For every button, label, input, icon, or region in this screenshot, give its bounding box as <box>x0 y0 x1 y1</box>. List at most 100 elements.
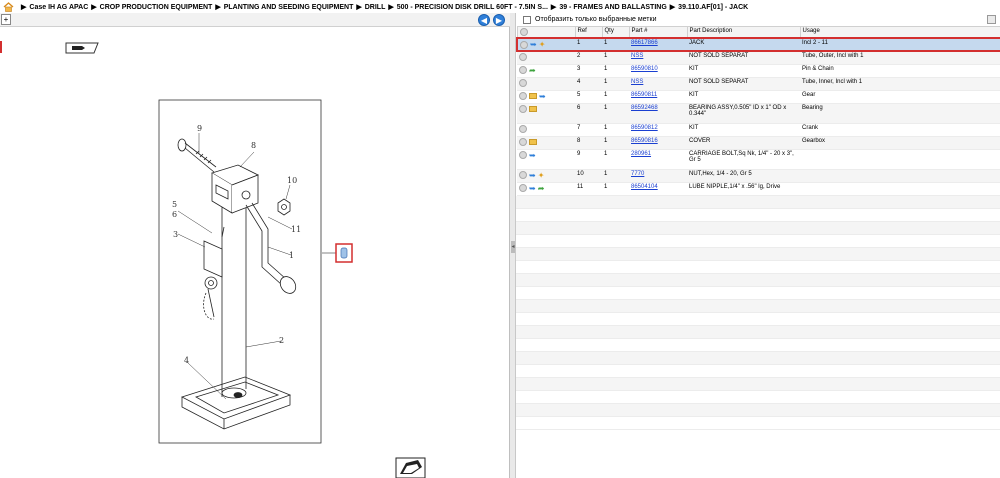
next-page-icon[interactable] <box>395 457 426 478</box>
breadcrumb-separator: ▶ <box>215 3 221 11</box>
table-row[interactable]: 2 1 NSS NOT SOLD SEPARAT Tube, Outer, Incl w… <box>517 51 1000 65</box>
green-arrow-icon[interactable]: ➦ <box>529 66 536 75</box>
folder-icon[interactable] <box>529 105 537 112</box>
row-icons <box>517 103 575 124</box>
row-desc: NOT SOLD SEPARAT <box>687 51 800 65</box>
part-number-link[interactable]: 86504104 <box>631 184 658 190</box>
row-icons: ➥ <box>517 90 575 104</box>
select-icon[interactable] <box>519 124 527 133</box>
expand-button[interactable]: + <box>1 14 11 25</box>
breadcrumb-separator: ▶ <box>669 3 676 11</box>
col-part[interactable]: Part # <box>628 26 688 39</box>
table-row[interactable]: ➥ ✦ 1 1 86617866 JACK Incl 2 - 11 <box>516 37 1000 52</box>
callout-11[interactable]: 11 <box>291 225 301 234</box>
part-number-link[interactable]: NSS <box>631 79 643 85</box>
callout-10[interactable]: 10 <box>287 176 297 185</box>
row-ref: 6 <box>575 103 602 124</box>
breadcrumb-item[interactable]: CROP PRODUCTION EQUIPMENT <box>100 4 213 11</box>
home-icon[interactable] <box>3 1 14 12</box>
part-number-link[interactable]: 86617866 <box>631 40 658 46</box>
part-number-link[interactable]: 86590811 <box>631 92 657 98</box>
table-row[interactable]: ➦ 3 1 86590810 KIT Pin & Chain <box>517 64 1000 78</box>
callout-9[interactable]: 9 <box>197 124 202 133</box>
part-number-link[interactable]: NSS <box>631 53 643 59</box>
folder-icon[interactable] <box>529 138 537 145</box>
callout-5[interactable]: 5 <box>172 200 177 209</box>
back-button[interactable]: ◀ <box>478 14 490 26</box>
part-number-link[interactable]: 280961 <box>631 151 651 157</box>
select-icon[interactable] <box>519 171 527 179</box>
show-selected-label: Отобразить только выбранные метки <box>535 16 657 23</box>
col-select[interactable] <box>516 26 576 39</box>
row-qty: 1 <box>602 37 629 52</box>
return-arrow-icon[interactable]: ➥ <box>529 184 536 193</box>
select-icon[interactable] <box>519 104 527 113</box>
empty-row <box>516 209 1000 222</box>
table-row[interactable]: ➥ 5 1 86590811 KIT Gear <box>517 90 1000 104</box>
table-row[interactable]: ➥ ➦ 11 1 86504104 LUBE NIPPLE,1/4" x .56" lg,… <box>517 182 1000 196</box>
callout-1[interactable]: 1 <box>289 251 294 260</box>
select-icon[interactable] <box>519 151 527 159</box>
breadcrumb-item[interactable]: Case IH AG APAC <box>29 4 88 11</box>
part-number-link[interactable]: 86590812 <box>631 125 658 131</box>
table-row[interactable]: 6 1 86592468 BEARING ASSY,0.505" ID x 1" OD… <box>517 103 1000 124</box>
breadcrumb-item[interactable]: 500 - PRECISION DISK DRILL 60FT - 7.5IN … <box>397 4 548 11</box>
select-all-icon[interactable] <box>519 28 528 36</box>
col-ref[interactable]: Ref <box>574 26 603 39</box>
return-arrow-icon[interactable]: ➥ <box>530 40 537 49</box>
callout-6[interactable]: 6 <box>172 210 177 219</box>
tag-icon[interactable] <box>65 42 99 54</box>
col-desc[interactable]: Part Description <box>686 26 801 39</box>
row-desc: NUT,Hex, 1/4 - 20, Gr 5 <box>687 169 800 183</box>
table-row[interactable]: 7 1 86590812 KIT Crank <box>517 123 1000 137</box>
col-usage[interactable]: Usage <box>799 26 1000 39</box>
part-number-link[interactable]: 86590810 <box>631 66 658 72</box>
return-arrow-icon[interactable]: ➥ <box>529 171 536 180</box>
table-row[interactable]: ➥ 9 1 280961 CARRIAGE BOLT,Sq Nk, 1/4" - 20 … <box>517 149 1000 170</box>
callout-8[interactable]: 8 <box>251 141 256 150</box>
forward-button[interactable]: ▶ <box>493 14 505 26</box>
callout-3[interactable]: 3 <box>173 230 178 239</box>
folder-icon[interactable] <box>529 93 537 99</box>
row-usage: Tube, Outer, Incl with 1 <box>800 51 1000 65</box>
callout-2[interactable]: 2 <box>279 336 284 345</box>
empty-row <box>516 351 1000 365</box>
select-icon[interactable] <box>519 53 527 61</box>
empty-row <box>516 377 1000 391</box>
highlight-marker[interactable] <box>322 243 353 263</box>
diagram-frame <box>158 99 322 444</box>
callout-4[interactable]: 4 <box>184 356 189 365</box>
breadcrumb-separator: ▶ <box>21 3 27 11</box>
table-row[interactable]: ➥ ✦ 10 1 7770 NUT,Hex, 1/4 - 20, Gr 5 <box>517 169 1000 183</box>
select-icon[interactable] <box>519 78 527 87</box>
part-number-link[interactable]: 7770 <box>631 171 644 177</box>
breadcrumb-item[interactable]: 39.110.AF[01] - JACK <box>678 4 748 11</box>
empty-row <box>516 261 1000 274</box>
filter-bar: Отобразить только выбранные метки <box>516 13 1000 26</box>
breadcrumb-item[interactable]: 39 - FRAMES AND BALLASTING <box>559 4 666 11</box>
settings-icon[interactable] <box>987 15 996 24</box>
table-row[interactable]: 8 1 86590816 COVER Gearbox <box>517 136 1000 150</box>
puzzle-icon[interactable]: ✦ <box>538 171 545 180</box>
row-ref: 2 <box>575 51 602 65</box>
return-arrow-icon[interactable]: ➥ <box>539 92 546 101</box>
table-header: Ref Qty Part # Part Description Usage <box>516 26 1000 39</box>
part-number-link[interactable]: 86592468 <box>631 105 658 111</box>
row-qty: 1 <box>602 123 629 137</box>
select-icon[interactable] <box>519 184 527 192</box>
green-arrow-icon[interactable]: ➦ <box>538 184 545 193</box>
breadcrumb-item[interactable]: DRILL <box>365 4 386 11</box>
puzzle-icon[interactable]: ✦ <box>539 40 546 49</box>
splitter-grip[interactable]: ◂ <box>511 241 515 253</box>
table-row[interactable]: 4 1 NSS NOT SOLD SEPARAT Tube, Inner, Incl w… <box>517 77 1000 91</box>
part-number-link[interactable]: 86590816 <box>631 138 658 144</box>
select-icon[interactable] <box>519 137 527 146</box>
jack-crank <box>245 202 297 294</box>
show-selected-checkbox[interactable] <box>523 15 531 24</box>
select-icon[interactable] <box>519 92 527 100</box>
breadcrumb-item[interactable]: PLANTING AND SEEDING EQUIPMENT <box>224 4 354 11</box>
return-arrow-icon[interactable]: ➥ <box>529 151 536 160</box>
col-qty[interactable]: Qty <box>601 26 630 39</box>
select-icon[interactable] <box>519 66 527 74</box>
select-icon[interactable] <box>520 40 528 49</box>
